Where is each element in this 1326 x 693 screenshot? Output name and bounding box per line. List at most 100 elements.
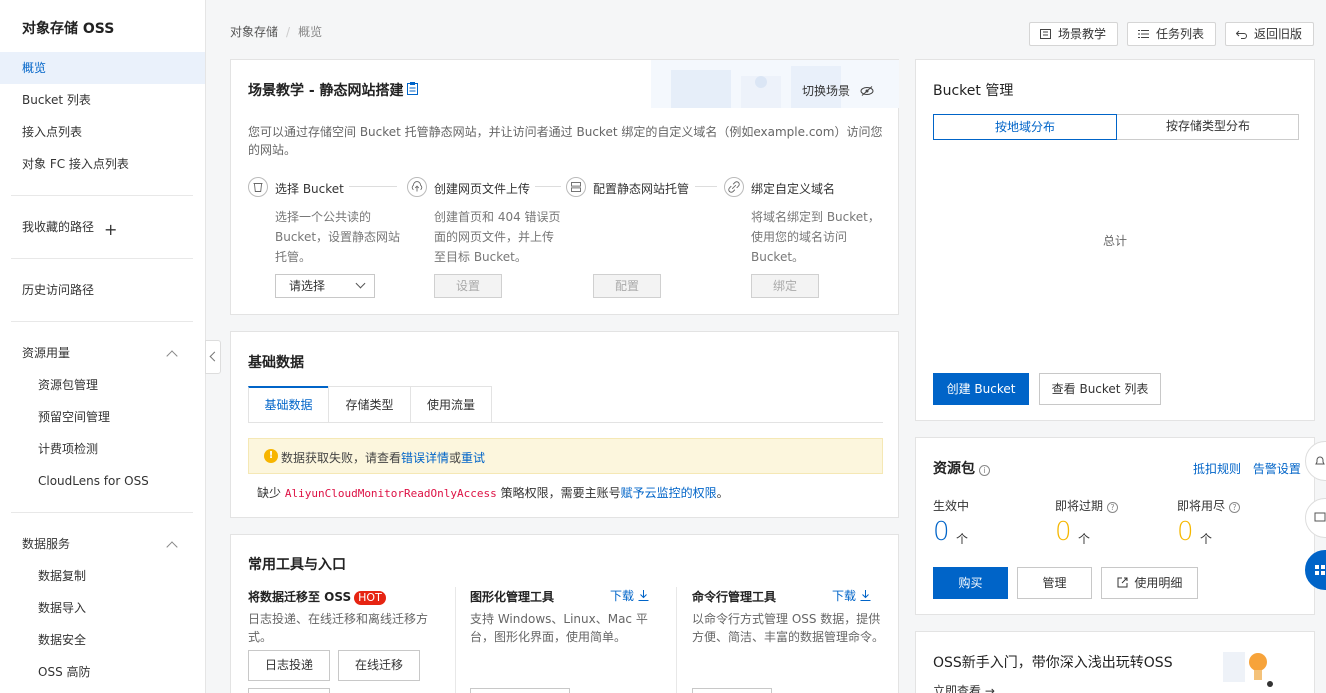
breadcrumb-root[interactable]: 对象存储: [230, 25, 278, 39]
scene-tutorial-label: 场景教学: [1058, 27, 1107, 41]
collapse-sidebar-button[interactable]: [205, 340, 221, 374]
newbie-guide-card: OSS新手入门，带你深入浅出玩转OSS 立即查看 →: [915, 631, 1315, 693]
sidebar-group-resource[interactable]: 资源用量: [22, 337, 70, 369]
tab-traffic[interactable]: 使用流量: [410, 386, 492, 422]
sidebar-item-cloudlens[interactable]: CloudLens for OSS: [38, 465, 149, 497]
sidebar-item-data-import[interactable]: 数据导入: [38, 592, 86, 624]
basic-data-card: 基础数据 基础数据 存储类型 使用流量 ! 数据获取失败，请查看错误详情或重试 …: [230, 331, 899, 518]
step-connector: [349, 186, 397, 187]
permission-end: 。: [716, 486, 729, 500]
view-now-link[interactable]: 立即查看 →: [933, 682, 995, 693]
step-2-desc: 创建首页和 404 错误页面的网页文件，并上传至目标 Bucket。: [434, 210, 561, 264]
sidebar-item-data-replication[interactable]: 数据复制: [38, 560, 86, 592]
gui-more-button[interactable]: [470, 688, 570, 693]
chevron-up-icon[interactable]: [166, 541, 178, 553]
buy-button[interactable]: 购买: [933, 567, 1008, 599]
gui-tool-title: 图形化管理工具: [470, 590, 555, 604]
more-migration-button[interactable]: [248, 688, 330, 693]
back-old-version-button[interactable]: 返回旧版: [1225, 22, 1314, 46]
log-delivery-button[interactable]: 日志投递: [248, 650, 330, 681]
chevron-left-icon: [209, 351, 220, 362]
bind-domain-button[interactable]: 绑定: [751, 274, 819, 298]
divider: [11, 258, 193, 259]
depleting-label-text: 即将用尽: [1177, 499, 1226, 513]
error-message: 数据获取失败，请查看错误详情或重试: [281, 449, 485, 466]
add-favorite-icon[interactable]: +: [104, 222, 117, 238]
sidebar-item-fc-access-points[interactable]: 对象 FC 接入点列表: [22, 148, 129, 180]
error-details-link[interactable]: 错误详情: [401, 451, 449, 465]
step-1-desc: 选择一个公共读的 Bucket，设置静态网站托管。: [275, 210, 401, 264]
permission-text: 策略权限，需要主账号: [500, 486, 621, 500]
switch-scene-button[interactable]: 切换场景: [802, 82, 874, 99]
resource-pack-card: 资源包 i 抵扣规则 告警设置 生效中 0 个 即将过期? 0 个 即将用尽? 0…: [915, 437, 1315, 615]
tab-storage-type[interactable]: 存储类型: [328, 386, 411, 422]
sidebar-item-overview[interactable]: 概览: [22, 52, 46, 84]
policy-code: AliyunCloudMonitorReadOnlyAccess: [284, 487, 497, 500]
sidebar-item-oss-ddos[interactable]: OSS 高防: [38, 656, 91, 688]
create-bucket-button[interactable]: 创建 Bucket: [933, 373, 1029, 405]
help-icon[interactable]: ?: [1107, 502, 1119, 513]
task-list-button[interactable]: 任务列表: [1127, 22, 1216, 46]
sidebar-item-history[interactable]: 历史访问路径: [22, 274, 94, 306]
sidebar-item-favorites[interactable]: 我收藏的路径: [22, 211, 94, 243]
help-icon[interactable]: ?: [1229, 502, 1241, 513]
sidebar-item-billing-check[interactable]: 计费项检测: [38, 433, 98, 465]
setup-button[interactable]: 设置: [434, 274, 502, 298]
cloud-upload-icon: [407, 177, 427, 197]
step-connector: [695, 186, 717, 187]
error-text: 数据获取失败，请查看: [281, 451, 402, 465]
hot-badge: HOT: [354, 591, 386, 605]
cli-download-label: 下载: [832, 589, 857, 603]
switch-scene-label: 切换场景: [802, 84, 851, 98]
step-2-label: 创建网页文件上传: [434, 182, 531, 196]
bucket-management-card: Bucket 管理 按地域分布 按存储类型分布 总计 创建 Bucket 查看 …: [915, 59, 1315, 421]
cli-download-link[interactable]: 下载: [832, 587, 871, 604]
newbie-title: OSS新手入门，带你深入浅出玩转OSS: [933, 655, 1173, 671]
sidebar: 对象存储 OSS 概览 Bucket 列表 接入点列表 对象 FC 接入点列表 …: [0, 0, 206, 693]
info-icon[interactable]: i: [979, 465, 990, 476]
sidebar-group-data[interactable]: 数据服务: [22, 528, 70, 560]
chevron-up-icon[interactable]: [166, 350, 178, 362]
sidebar-item-bucket-list[interactable]: Bucket 列表: [22, 84, 91, 116]
document-icon[interactable]: [407, 82, 418, 95]
sidebar-item-data-security[interactable]: 数据安全: [38, 624, 86, 656]
cli-more-button[interactable]: [692, 688, 772, 693]
view-bucket-list-button[interactable]: 查看 Bucket 列表: [1039, 373, 1161, 405]
download-icon: [638, 590, 649, 601]
tab-basic-data[interactable]: 基础数据: [248, 386, 329, 422]
scene-tutorial-button[interactable]: 场景教学: [1029, 22, 1118, 46]
cli-tool-title: 命令行管理工具: [692, 590, 777, 604]
grant-permission-link[interactable]: 赋予云监控的权限: [621, 486, 717, 500]
manage-button[interactable]: 管理: [1017, 567, 1092, 599]
grid-icon: [1315, 565, 1325, 575]
retry-link[interactable]: 重试: [461, 451, 485, 465]
depleting-label: 即将用尽?: [1177, 497, 1241, 514]
expiring-label: 即将过期?: [1055, 497, 1119, 514]
step-connector: [535, 186, 561, 187]
configure-button[interactable]: 配置: [593, 274, 661, 298]
usage-detail-button[interactable]: 使用明细: [1101, 567, 1198, 599]
deduction-rules-link[interactable]: 抵扣规则: [1193, 462, 1241, 476]
sidebar-item-resource-pack[interactable]: 资源包管理: [38, 369, 98, 401]
step-1-label: 选择 Bucket: [275, 182, 344, 196]
sidebar-item-reserved-space[interactable]: 预留空间管理: [38, 401, 110, 433]
external-link-icon: [1117, 577, 1128, 588]
tab-divider: [248, 422, 883, 423]
cli-tool-desc: 以命令行方式管理 OSS 数据，提供方便、简洁、丰富的数据管理命令。: [692, 612, 885, 644]
alert-settings-link[interactable]: 告警设置: [1253, 462, 1301, 476]
bucket-select[interactable]: 请选择: [275, 274, 375, 298]
migrate-tool-title: 将数据迁移至 OSS HOT: [248, 588, 386, 605]
gui-download-link[interactable]: 下载: [610, 587, 649, 604]
tools-title: 常用工具与入口: [248, 557, 346, 573]
bucket-select-value: 请选择: [289, 279, 326, 293]
permission-message: 缺少 AliyunCloudMonitorReadOnlyAccess 策略权限…: [257, 484, 729, 501]
scene-tutorial-card: 场景教学 - 静态网站搭建 切换场景 您可以通过存储空间 Bucket 托管静态…: [230, 59, 899, 315]
online-migration-button[interactable]: 在线迁移: [338, 650, 420, 681]
tab-by-region[interactable]: 按地域分布: [933, 114, 1117, 140]
gui-tool-desc: 支持 Windows、Linux、Mac 平台，图形化界面，使用简单。: [470, 612, 648, 644]
resource-pack-title-text: 资源包: [933, 461, 975, 477]
tab-by-storage-class[interactable]: 按存储类型分布: [1117, 114, 1299, 140]
back-old-version-label: 返回旧版: [1254, 27, 1303, 41]
resource-pack-links: 抵扣规则 告警设置: [1193, 460, 1301, 477]
sidebar-item-access-points[interactable]: 接入点列表: [22, 116, 82, 148]
